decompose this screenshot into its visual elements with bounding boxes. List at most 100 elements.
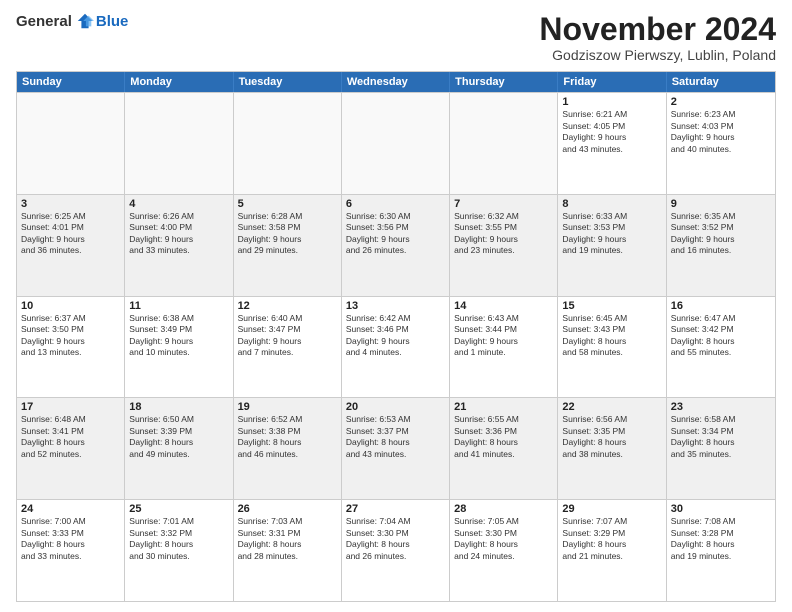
calendar-cell: 28Sunrise: 7:05 AM Sunset: 3:30 PM Dayli… <box>450 500 558 601</box>
day-number: 27 <box>346 503 445 515</box>
day-number: 26 <box>238 503 337 515</box>
day-info: Sunrise: 6:58 AM Sunset: 3:34 PM Dayligh… <box>671 414 771 460</box>
day-info: Sunrise: 6:40 AM Sunset: 3:47 PM Dayligh… <box>238 313 337 359</box>
day-number: 4 <box>129 198 228 210</box>
day-number: 9 <box>671 198 771 210</box>
day-info: Sunrise: 6:26 AM Sunset: 4:00 PM Dayligh… <box>129 211 228 257</box>
calendar-cell: 10Sunrise: 6:37 AM Sunset: 3:50 PM Dayli… <box>17 297 125 398</box>
day-number: 20 <box>346 401 445 413</box>
calendar-cell <box>125 93 233 194</box>
day-info: Sunrise: 6:52 AM Sunset: 3:38 PM Dayligh… <box>238 414 337 460</box>
calendar-cell: 21Sunrise: 6:55 AM Sunset: 3:36 PM Dayli… <box>450 398 558 499</box>
calendar-cell: 8Sunrise: 6:33 AM Sunset: 3:53 PM Daylig… <box>558 195 666 296</box>
day-info: Sunrise: 6:43 AM Sunset: 3:44 PM Dayligh… <box>454 313 553 359</box>
calendar-cell: 23Sunrise: 6:58 AM Sunset: 3:34 PM Dayli… <box>667 398 775 499</box>
day-info: Sunrise: 7:05 AM Sunset: 3:30 PM Dayligh… <box>454 516 553 562</box>
day-number: 1 <box>562 96 661 108</box>
calendar-row-3: 17Sunrise: 6:48 AM Sunset: 3:41 PM Dayli… <box>17 397 775 499</box>
header-wednesday: Wednesday <box>342 72 450 92</box>
header-friday: Friday <box>558 72 666 92</box>
header-tuesday: Tuesday <box>234 72 342 92</box>
day-number: 2 <box>671 96 771 108</box>
calendar-cell: 24Sunrise: 7:00 AM Sunset: 3:33 PM Dayli… <box>17 500 125 601</box>
day-info: Sunrise: 6:38 AM Sunset: 3:49 PM Dayligh… <box>129 313 228 359</box>
calendar-cell: 27Sunrise: 7:04 AM Sunset: 3:30 PM Dayli… <box>342 500 450 601</box>
calendar-cell: 18Sunrise: 6:50 AM Sunset: 3:39 PM Dayli… <box>125 398 233 499</box>
title-block: November 2024 Godziszow Pierwszy, Lublin… <box>539 12 776 63</box>
day-info: Sunrise: 7:08 AM Sunset: 3:28 PM Dayligh… <box>671 516 771 562</box>
day-number: 19 <box>238 401 337 413</box>
day-info: Sunrise: 6:21 AM Sunset: 4:05 PM Dayligh… <box>562 109 661 155</box>
calendar-cell: 9Sunrise: 6:35 AM Sunset: 3:52 PM Daylig… <box>667 195 775 296</box>
calendar-cell: 11Sunrise: 6:38 AM Sunset: 3:49 PM Dayli… <box>125 297 233 398</box>
page: General Blue November 2024 Godziszow Pie… <box>0 0 792 612</box>
header-monday: Monday <box>125 72 233 92</box>
header: General Blue November 2024 Godziszow Pie… <box>16 12 776 63</box>
day-number: 30 <box>671 503 771 515</box>
day-number: 13 <box>346 300 445 312</box>
day-number: 12 <box>238 300 337 312</box>
day-info: Sunrise: 6:32 AM Sunset: 3:55 PM Dayligh… <box>454 211 553 257</box>
day-number: 8 <box>562 198 661 210</box>
day-info: Sunrise: 6:25 AM Sunset: 4:01 PM Dayligh… <box>21 211 120 257</box>
calendar-row-0: 1Sunrise: 6:21 AM Sunset: 4:05 PM Daylig… <box>17 92 775 194</box>
day-number: 24 <box>21 503 120 515</box>
day-number: 21 <box>454 401 553 413</box>
calendar-cell: 5Sunrise: 6:28 AM Sunset: 3:58 PM Daylig… <box>234 195 342 296</box>
day-info: Sunrise: 6:35 AM Sunset: 3:52 PM Dayligh… <box>671 211 771 257</box>
header-thursday: Thursday <box>450 72 558 92</box>
day-info: Sunrise: 6:45 AM Sunset: 3:43 PM Dayligh… <box>562 313 661 359</box>
header-saturday: Saturday <box>667 72 775 92</box>
calendar-cell <box>450 93 558 194</box>
day-number: 16 <box>671 300 771 312</box>
calendar-cell: 3Sunrise: 6:25 AM Sunset: 4:01 PM Daylig… <box>17 195 125 296</box>
calendar-header: Sunday Monday Tuesday Wednesday Thursday… <box>17 72 775 92</box>
day-info: Sunrise: 6:53 AM Sunset: 3:37 PM Dayligh… <box>346 414 445 460</box>
subtitle: Godziszow Pierwszy, Lublin, Poland <box>539 47 776 63</box>
day-number: 23 <box>671 401 771 413</box>
day-number: 11 <box>129 300 228 312</box>
calendar-cell: 2Sunrise: 6:23 AM Sunset: 4:03 PM Daylig… <box>667 93 775 194</box>
day-info: Sunrise: 7:03 AM Sunset: 3:31 PM Dayligh… <box>238 516 337 562</box>
day-info: Sunrise: 6:33 AM Sunset: 3:53 PM Dayligh… <box>562 211 661 257</box>
day-info: Sunrise: 6:56 AM Sunset: 3:35 PM Dayligh… <box>562 414 661 460</box>
calendar-cell: 4Sunrise: 6:26 AM Sunset: 4:00 PM Daylig… <box>125 195 233 296</box>
day-number: 22 <box>562 401 661 413</box>
day-number: 14 <box>454 300 553 312</box>
day-number: 25 <box>129 503 228 515</box>
logo: General Blue <box>16 12 128 30</box>
calendar-cell: 1Sunrise: 6:21 AM Sunset: 4:05 PM Daylig… <box>558 93 666 194</box>
calendar-cell: 25Sunrise: 7:01 AM Sunset: 3:32 PM Dayli… <box>125 500 233 601</box>
calendar-cell: 12Sunrise: 6:40 AM Sunset: 3:47 PM Dayli… <box>234 297 342 398</box>
calendar-cell <box>234 93 342 194</box>
day-number: 3 <box>21 198 120 210</box>
day-number: 18 <box>129 401 228 413</box>
calendar-cell: 29Sunrise: 7:07 AM Sunset: 3:29 PM Dayli… <box>558 500 666 601</box>
logo-general: General <box>16 13 72 30</box>
day-info: Sunrise: 7:01 AM Sunset: 3:32 PM Dayligh… <box>129 516 228 562</box>
day-info: Sunrise: 6:37 AM Sunset: 3:50 PM Dayligh… <box>21 313 120 359</box>
calendar-cell <box>17 93 125 194</box>
calendar-cell: 7Sunrise: 6:32 AM Sunset: 3:55 PM Daylig… <box>450 195 558 296</box>
calendar-cell: 13Sunrise: 6:42 AM Sunset: 3:46 PM Dayli… <box>342 297 450 398</box>
day-info: Sunrise: 6:28 AM Sunset: 3:58 PM Dayligh… <box>238 211 337 257</box>
calendar-cell: 26Sunrise: 7:03 AM Sunset: 3:31 PM Dayli… <box>234 500 342 601</box>
day-info: Sunrise: 7:07 AM Sunset: 3:29 PM Dayligh… <box>562 516 661 562</box>
day-number: 5 <box>238 198 337 210</box>
day-number: 10 <box>21 300 120 312</box>
day-info: Sunrise: 7:00 AM Sunset: 3:33 PM Dayligh… <box>21 516 120 562</box>
day-info: Sunrise: 6:23 AM Sunset: 4:03 PM Dayligh… <box>671 109 771 155</box>
day-number: 29 <box>562 503 661 515</box>
day-info: Sunrise: 6:30 AM Sunset: 3:56 PM Dayligh… <box>346 211 445 257</box>
day-info: Sunrise: 7:04 AM Sunset: 3:30 PM Dayligh… <box>346 516 445 562</box>
calendar-row-4: 24Sunrise: 7:00 AM Sunset: 3:33 PM Dayli… <box>17 499 775 601</box>
day-number: 28 <box>454 503 553 515</box>
calendar-cell <box>342 93 450 194</box>
day-info: Sunrise: 6:42 AM Sunset: 3:46 PM Dayligh… <box>346 313 445 359</box>
logo-icon <box>76 12 94 30</box>
calendar-row-1: 3Sunrise: 6:25 AM Sunset: 4:01 PM Daylig… <box>17 194 775 296</box>
day-number: 17 <box>21 401 120 413</box>
day-number: 15 <box>562 300 661 312</box>
calendar: Sunday Monday Tuesday Wednesday Thursday… <box>16 71 776 602</box>
day-info: Sunrise: 6:48 AM Sunset: 3:41 PM Dayligh… <box>21 414 120 460</box>
